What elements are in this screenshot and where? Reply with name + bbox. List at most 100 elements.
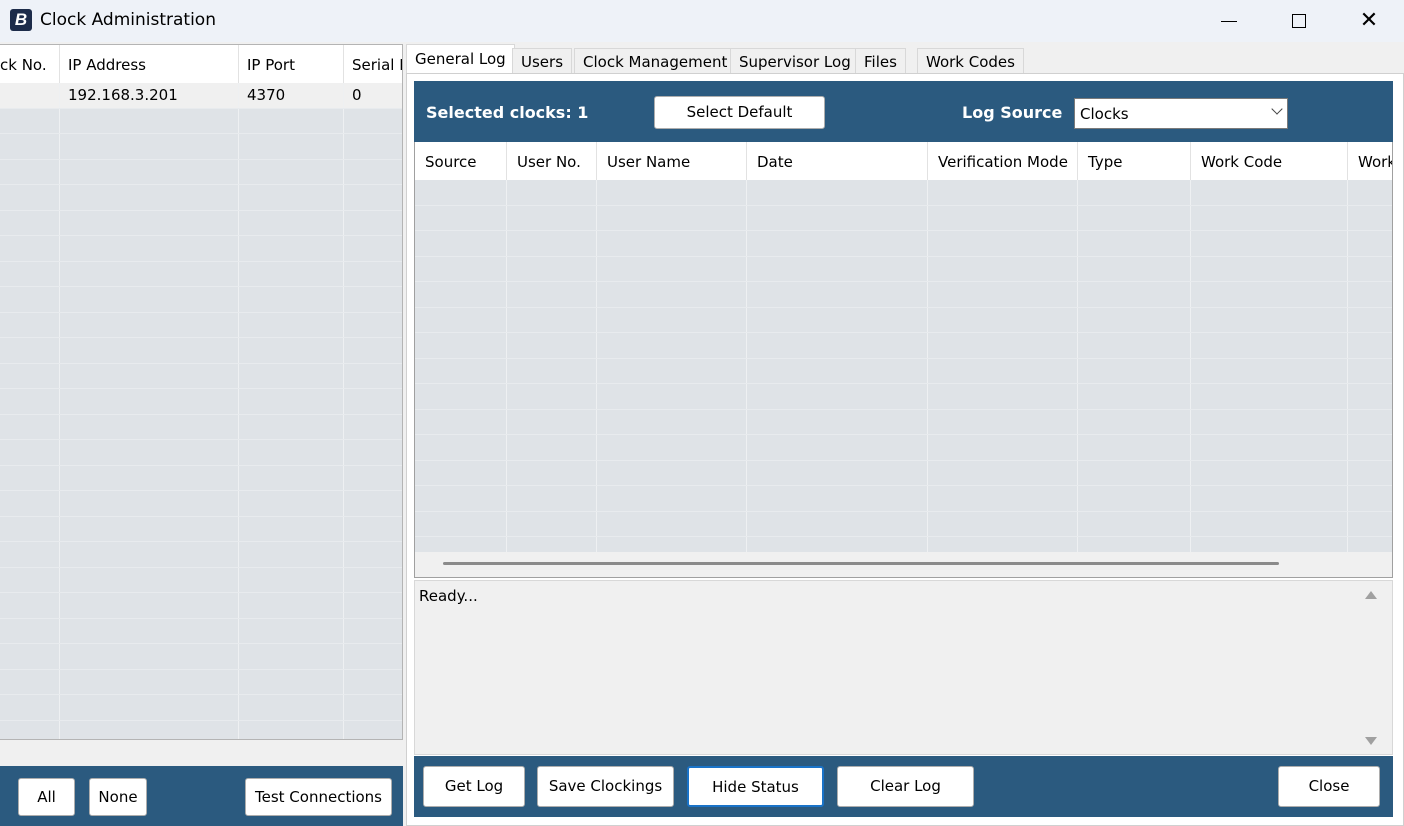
grid-cell — [0, 108, 60, 133]
col-verification-mode[interactable]: Verification Mode — [928, 142, 1078, 180]
empty-row[interactable] — [415, 282, 1392, 308]
col-ip-port[interactable]: IP Port — [239, 45, 344, 83]
empty-row[interactable] — [0, 312, 402, 338]
grid-cell — [1191, 333, 1348, 358]
empty-row[interactable] — [415, 435, 1392, 461]
minimize-icon — [1221, 20, 1237, 22]
empty-row[interactable] — [415, 486, 1392, 512]
minimize-button[interactable] — [1194, 0, 1264, 42]
hide-status-button[interactable]: Hide Status — [687, 766, 824, 807]
grid-cell — [0, 185, 60, 210]
grid-cell — [0, 414, 60, 439]
maximize-button[interactable] — [1264, 0, 1334, 42]
clear-log-button[interactable]: Clear Log — [837, 766, 974, 807]
empty-row[interactable] — [0, 567, 402, 593]
empty-row[interactable] — [415, 409, 1392, 435]
scroll-down-icon[interactable] — [1365, 737, 1377, 745]
col-date[interactable]: Date — [747, 142, 928, 180]
grid-cell — [344, 160, 402, 185]
empty-row[interactable] — [0, 159, 402, 185]
empty-row[interactable] — [415, 180, 1392, 206]
log-grid-hscroll-thumb[interactable] — [443, 562, 1279, 565]
tab-users[interactable]: Users — [512, 48, 573, 74]
empty-row[interactable] — [0, 618, 402, 644]
empty-row[interactable] — [0, 465, 402, 491]
empty-row[interactable] — [0, 236, 402, 262]
empty-row[interactable] — [0, 185, 402, 211]
clock-list-grid[interactable]: ck No. IP Address IP Port Serial P 192.1… — [0, 44, 403, 740]
empty-row[interactable] — [415, 460, 1392, 486]
log-grid-hscrollbar[interactable] — [415, 552, 1392, 577]
col-ip-address[interactable]: IP Address — [60, 45, 239, 83]
grid-cell — [344, 287, 402, 312]
empty-row[interactable] — [0, 261, 402, 287]
grid-cell — [60, 389, 239, 414]
empty-row[interactable] — [415, 384, 1392, 410]
get-log-button[interactable]: Get Log — [423, 766, 525, 807]
col-type[interactable]: Type — [1078, 142, 1191, 180]
empty-row[interactable] — [0, 363, 402, 389]
empty-row[interactable] — [0, 389, 402, 415]
empty-row[interactable] — [0, 440, 402, 466]
close-window-button[interactable]: ✕ — [1334, 0, 1404, 42]
grid-cell — [928, 435, 1078, 460]
select-default-button[interactable]: Select Default — [654, 96, 825, 129]
empty-row[interactable] — [0, 593, 402, 619]
grid-cell — [507, 486, 597, 511]
grid-cell — [507, 256, 597, 281]
grid-cell — [344, 542, 402, 567]
col-clock-no[interactable]: ck No. — [0, 45, 60, 83]
col-serial-port[interactable]: Serial P — [344, 45, 402, 83]
tab-files[interactable]: Files — [855, 48, 906, 74]
tab-supervisor-log[interactable]: Supervisor Log — [730, 48, 860, 74]
grid-cell — [0, 83, 60, 108]
clock-row[interactable]: 192.168.3.201 4370 0 — [0, 83, 402, 109]
grid-cell — [239, 695, 344, 720]
empty-row[interactable] — [0, 516, 402, 542]
empty-row[interactable] — [0, 542, 402, 568]
status-textbox[interactable]: Ready... — [414, 580, 1393, 755]
grid-cell — [0, 465, 60, 490]
empty-row[interactable] — [0, 669, 402, 695]
log-grid[interactable]: Source User No. User Name Date Verificat… — [414, 142, 1393, 578]
empty-row[interactable] — [0, 695, 402, 721]
empty-row[interactable] — [0, 338, 402, 364]
col-work-code[interactable]: Work Code — [1191, 142, 1348, 180]
select-all-button[interactable]: All — [18, 778, 75, 816]
close-button[interactable]: Close — [1278, 766, 1380, 807]
empty-row[interactable] — [415, 358, 1392, 384]
empty-row[interactable] — [0, 414, 402, 440]
grid-cell — [747, 180, 928, 205]
empty-row[interactable] — [415, 333, 1392, 359]
grid-cell — [415, 231, 507, 256]
empty-row[interactable] — [0, 720, 402, 739]
scroll-up-icon[interactable] — [1365, 591, 1377, 599]
tab-clock-management[interactable]: Clock Management — [574, 48, 737, 74]
empty-row[interactable] — [0, 134, 402, 160]
empty-row[interactable] — [415, 256, 1392, 282]
empty-row[interactable] — [0, 108, 402, 134]
empty-row[interactable] — [0, 287, 402, 313]
empty-row[interactable] — [0, 210, 402, 236]
grid-cell — [507, 511, 597, 536]
col-source[interactable]: Source — [415, 142, 507, 180]
log-grid-header: Source User No. User Name Date Verificat… — [415, 142, 1392, 180]
grid-cell — [747, 358, 928, 383]
empty-row[interactable] — [0, 644, 402, 670]
col-user-name[interactable]: User Name — [597, 142, 747, 180]
empty-row[interactable] — [0, 491, 402, 517]
select-none-button[interactable]: None — [89, 778, 147, 816]
grid-cell — [747, 486, 928, 511]
empty-row[interactable] — [415, 511, 1392, 537]
test-connections-button[interactable]: Test Connections — [245, 778, 392, 816]
empty-row[interactable] — [415, 231, 1392, 257]
tab-general-log[interactable]: General Log — [406, 44, 515, 75]
save-clockings-button[interactable]: Save Clockings — [537, 766, 674, 807]
col-user-no[interactable]: User No. — [507, 142, 597, 180]
grid-cell — [344, 262, 402, 287]
tab-work-codes[interactable]: Work Codes — [917, 48, 1024, 74]
empty-row[interactable] — [415, 307, 1392, 333]
col-work[interactable]: Work — [1348, 142, 1392, 180]
log-source-select[interactable]: Clocks — [1074, 98, 1288, 129]
empty-row[interactable] — [415, 205, 1392, 231]
